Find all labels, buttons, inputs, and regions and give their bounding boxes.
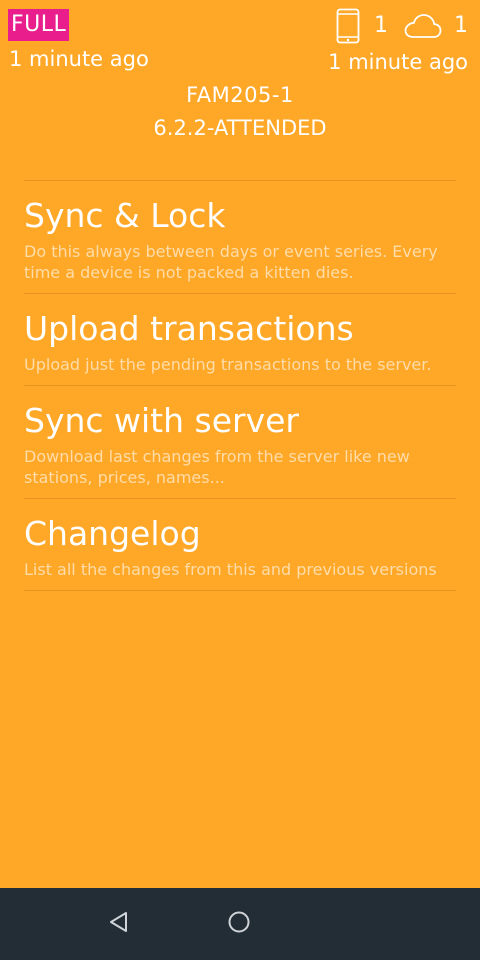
menu-item-description: Do this always between days or event ser… (24, 242, 438, 282)
mode-badge: FULL (8, 9, 70, 41)
sync-status: 1 1 (336, 6, 468, 46)
menu-item-title: Upload transactions (24, 309, 354, 348)
action-menu: Sync & Lock Do this always between days … (24, 180, 456, 591)
home-circle-icon (227, 910, 251, 938)
menu-item-sync-lock[interactable]: Sync & Lock Do this always between days … (24, 181, 456, 294)
back-triangle-icon (107, 910, 131, 938)
cloud-icon (404, 13, 442, 39)
home-button[interactable] (221, 906, 257, 942)
menu-item-sync-with-server[interactable]: Sync with server Download last changes f… (24, 386, 456, 499)
app-screen: FULL 1 minute ago 1 1 1 minute ago FAM20… (0, 0, 480, 960)
menu-item-changelog[interactable]: Changelog List all the changes from this… (24, 499, 456, 591)
cloud-pending-count: 1 (454, 13, 468, 38)
menu-item-title: Sync with server (24, 401, 299, 440)
device-pending-count: 1 (374, 13, 388, 38)
server-last-updated: 1 minute ago (328, 50, 468, 74)
menu-item-title: Changelog (24, 514, 201, 553)
system-navigation-bar (0, 888, 480, 960)
menu-item-description: List all the changes from this and previ… (24, 560, 437, 579)
menu-item-description: Upload just the pending transactions to … (24, 355, 432, 374)
main-content: FULL 1 minute ago 1 1 1 minute ago FAM20… (0, 0, 480, 888)
app-version: 6.2.2-ATTENDED (153, 116, 327, 140)
back-button[interactable] (101, 906, 137, 942)
local-last-updated: 1 minute ago (9, 47, 149, 71)
device-id: FAM205-1 (186, 83, 294, 107)
menu-item-description: Download last changes from the server li… (24, 447, 410, 487)
phone-icon (336, 8, 360, 44)
menu-item-upload-transactions[interactable]: Upload transactions Upload just the pend… (24, 294, 456, 386)
menu-item-title: Sync & Lock (24, 196, 226, 235)
